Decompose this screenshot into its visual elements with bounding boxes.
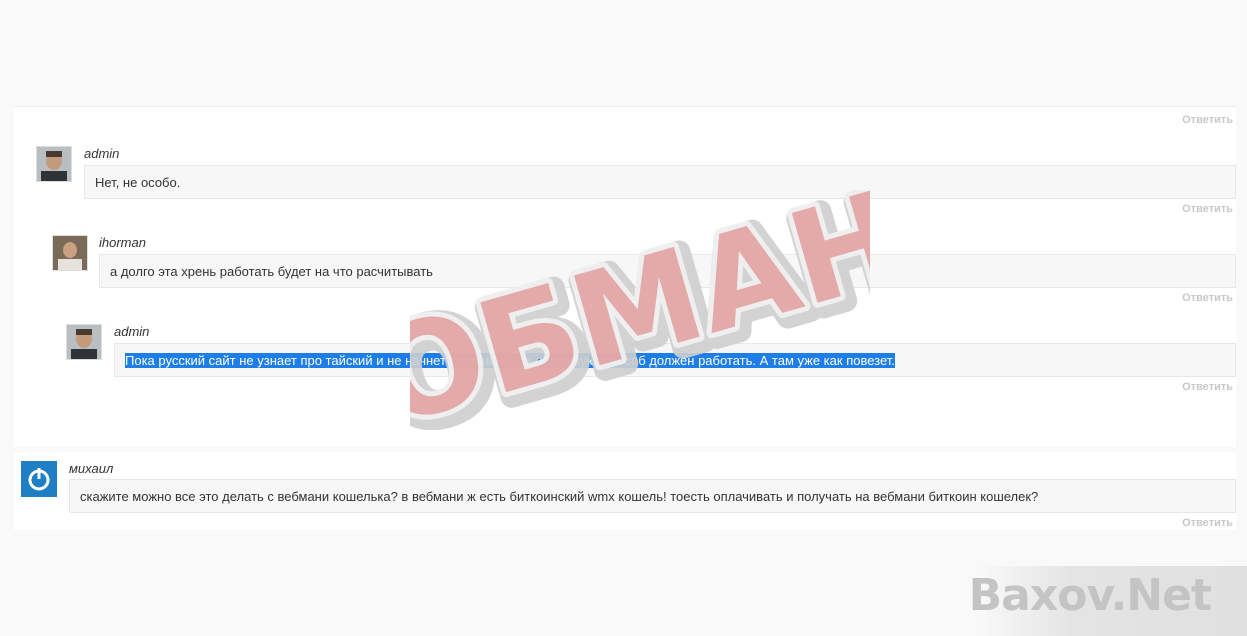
comment-text: Пока русский сайт не узнает про тайский … xyxy=(114,343,1236,377)
watermark-text: Baxov.Net xyxy=(968,570,1212,621)
reply-link[interactable]: Ответить xyxy=(1182,381,1233,393)
reply-link[interactable]: Ответить xyxy=(1182,292,1233,304)
comment-author: михаил xyxy=(69,461,114,476)
avatar-ihorman xyxy=(52,235,88,271)
reply-link[interactable]: Ответить xyxy=(1182,517,1233,529)
comment-body: скажите можно все это делать с вебмани к… xyxy=(80,489,1039,504)
comment-body: Нет, не особо. xyxy=(95,175,181,190)
user-photo-icon xyxy=(53,236,87,270)
avatar-admin xyxy=(66,324,102,360)
comment-body: а долго эта хрень работать будет на что … xyxy=(110,264,433,279)
comment-text: Нет, не особо. xyxy=(84,165,1236,199)
comment-author: admin xyxy=(114,324,150,339)
selected-comment-body: Пока русский сайт не узнает про тайский … xyxy=(125,353,895,368)
power-icon xyxy=(22,462,56,496)
user-photo-icon xyxy=(37,147,71,181)
reply-link[interactable]: Ответить xyxy=(1182,114,1233,126)
comment-author: admin xyxy=(84,146,120,161)
comment-text: а долго эта хрень работать будет на что … xyxy=(99,254,1236,288)
comment-text: скажите можно все это делать с вебмани к… xyxy=(69,479,1236,513)
avatar-mikhail xyxy=(21,461,57,497)
avatar-admin xyxy=(36,146,72,182)
comment-author: ihorman xyxy=(99,235,146,250)
reply-link[interactable]: Ответить xyxy=(1182,203,1233,215)
watermark: Baxov.Net xyxy=(969,566,1247,636)
user-photo-icon xyxy=(67,325,101,359)
